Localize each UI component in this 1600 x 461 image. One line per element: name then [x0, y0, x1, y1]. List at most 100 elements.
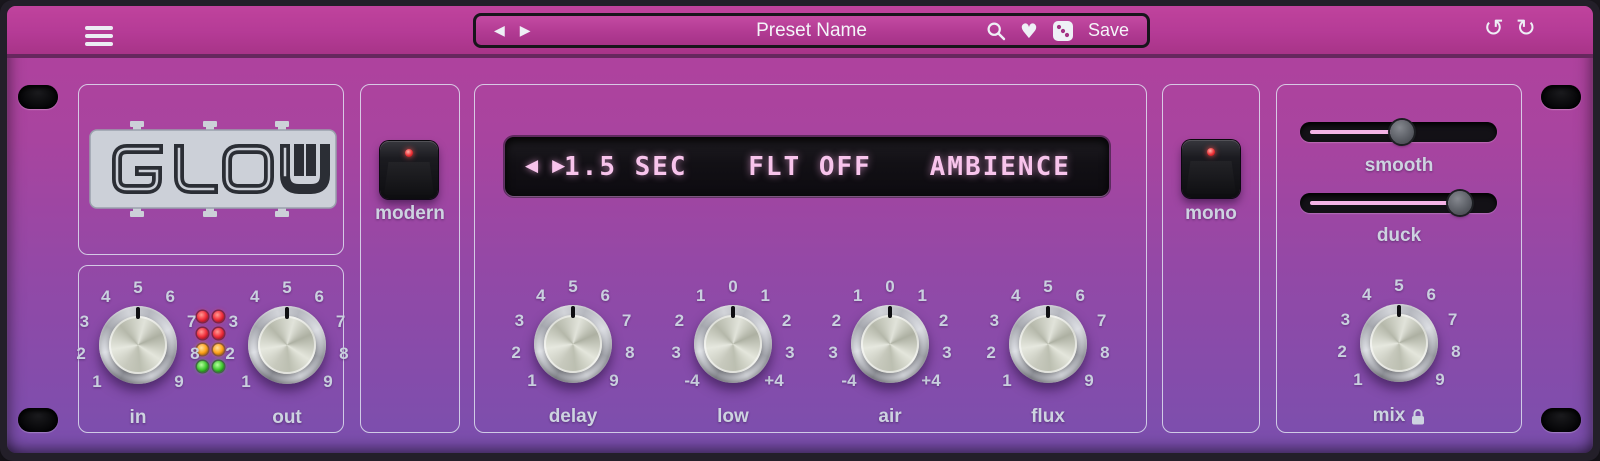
knob-body[interactable]: [534, 305, 612, 383]
knob-scale-number: 1: [1002, 371, 1011, 391]
modern-led: [405, 149, 413, 157]
knob-scale-number: 6: [600, 286, 609, 306]
keycap-front: [384, 162, 434, 195]
knob-scale-number: 4: [1011, 286, 1020, 306]
mix-label: mix: [1373, 405, 1406, 427]
knob-scale-number: 2: [225, 344, 234, 364]
lcd-prev-icon[interactable]: ◀: [525, 158, 538, 175]
screw-bottom-left: [18, 408, 58, 432]
knob-scale-number: 6: [1075, 286, 1084, 306]
knob-scale-number: 7: [336, 312, 345, 332]
glow-logo: [86, 118, 340, 220]
out-knob[interactable]: 123456789 out: [202, 281, 372, 431]
smooth-slider[interactable]: [1300, 122, 1497, 142]
knob-cap: [704, 315, 762, 373]
knob-body[interactable]: [1009, 305, 1087, 383]
knob-scale-number: +4: [921, 371, 940, 391]
modern-button[interactable]: [380, 141, 438, 199]
knob-scale-number: 3: [229, 312, 238, 332]
smooth-slider-thumb[interactable]: [1390, 120, 1414, 144]
in-knob[interactable]: 123456789 in: [53, 281, 223, 431]
menu-hamburger-icon[interactable]: [85, 26, 113, 48]
save-button[interactable]: Save: [1088, 20, 1129, 41]
knob-body[interactable]: [851, 305, 929, 383]
knob-scale-number: 2: [782, 311, 791, 331]
lcd-nav: ◀ ▶: [525, 137, 565, 196]
knob-scale-number: 3: [515, 311, 524, 331]
knob-cap: [1019, 315, 1077, 373]
knob-scale-number: 3: [1341, 310, 1350, 330]
magnifier-glyph: [986, 21, 1006, 41]
knob-scale-number: 3: [785, 343, 794, 363]
flux-knob[interactable]: 123456789 flux: [963, 280, 1133, 430]
in-label: in: [130, 407, 147, 429]
knob-scale-number: 3: [942, 343, 951, 363]
knob-scale-number: 6: [165, 287, 174, 307]
knob-scale-number: 1: [92, 372, 101, 392]
knob-scale-number: 9: [174, 372, 183, 392]
undo-icon[interactable]: ↺: [1484, 16, 1504, 40]
lcd-filter-value: FLT OFF: [748, 152, 872, 182]
knob-body[interactable]: [248, 306, 326, 384]
flux-label: flux: [1031, 406, 1065, 428]
knob-scale-number: 3: [671, 343, 680, 363]
knob-scale-number: +4: [764, 371, 783, 391]
random-dice-icon[interactable]: [1052, 20, 1074, 42]
knob-scale-number: 1: [696, 286, 705, 306]
knob-pointer: [1397, 305, 1401, 317]
knob-scale-number: 8: [625, 343, 634, 363]
preset-bar: ◀ ▶ Preset Name ♥ Save: [473, 13, 1150, 48]
keycap-front: [1186, 161, 1236, 194]
knob-scale-number: 8: [1451, 342, 1460, 362]
knob-scale-number: -4: [684, 371, 699, 391]
slider-fill: [1310, 130, 1402, 134]
duck-slider[interactable]: [1300, 193, 1497, 213]
redo-icon[interactable]: ↻: [1516, 16, 1536, 40]
hamburger-bar: [85, 34, 113, 38]
knob-scale-number: 6: [1426, 285, 1435, 305]
knob-scale-number: 7: [1448, 310, 1457, 330]
knob-scale-number: 3: [990, 311, 999, 331]
low-knob[interactable]: -43210123+4 low: [648, 280, 818, 430]
knob-scale-number: 2: [76, 344, 85, 364]
knob-scale-number: 6: [314, 287, 323, 307]
air-label: air: [878, 406, 901, 428]
delay-label: delay: [549, 406, 598, 428]
knob-cap: [544, 315, 602, 373]
knob-scale-number: -4: [841, 371, 856, 391]
knob-scale-number: 3: [80, 312, 89, 332]
duck-slider-thumb[interactable]: [1448, 191, 1472, 215]
search-icon[interactable]: [986, 21, 1006, 41]
knob-body[interactable]: [694, 305, 772, 383]
knob-scale-number: 1: [853, 286, 862, 306]
knob-scale-number: 2: [986, 343, 995, 363]
knob-scale-number: 8: [1100, 343, 1109, 363]
mono-led: [1207, 148, 1215, 156]
mix-knob[interactable]: 123456789 mix: [1314, 279, 1484, 429]
glow-plugin-window: ◀ ▶ Preset Name ♥ Save: [0, 0, 1600, 461]
knob-scale-number: 4: [536, 286, 545, 306]
hamburger-bar: [85, 26, 113, 30]
air-knob[interactable]: -43210123+4 air: [805, 280, 975, 430]
hamburger-bar: [85, 42, 113, 46]
knob-scale-number: 0: [885, 277, 894, 297]
favorite-heart-icon[interactable]: ♥: [1020, 21, 1038, 41]
mono-section: [1162, 84, 1260, 433]
knob-body[interactable]: [1360, 304, 1438, 382]
duck-label: duck: [1276, 225, 1522, 247]
lcd-algorithm-value: AMBIENCE: [930, 152, 1071, 182]
modern-label: modern: [360, 203, 460, 225]
knob-scale-number: 9: [609, 371, 618, 391]
lcd-delay-time-value: 1.5 SEC: [564, 152, 688, 182]
delay-knob[interactable]: 123456789 delay: [488, 280, 658, 430]
mono-button[interactable]: [1182, 140, 1240, 198]
knob-pointer: [571, 306, 575, 318]
knob-cap: [1370, 314, 1428, 372]
knob-body[interactable]: [99, 306, 177, 384]
knob-scale-number: 7: [1097, 311, 1106, 331]
modern-section: [360, 84, 460, 433]
knob-scale-number: 2: [675, 311, 684, 331]
knob-scale-number: 5: [133, 278, 142, 298]
history-controls: ↺ ↻: [1484, 16, 1536, 40]
knob-cap: [258, 316, 316, 374]
